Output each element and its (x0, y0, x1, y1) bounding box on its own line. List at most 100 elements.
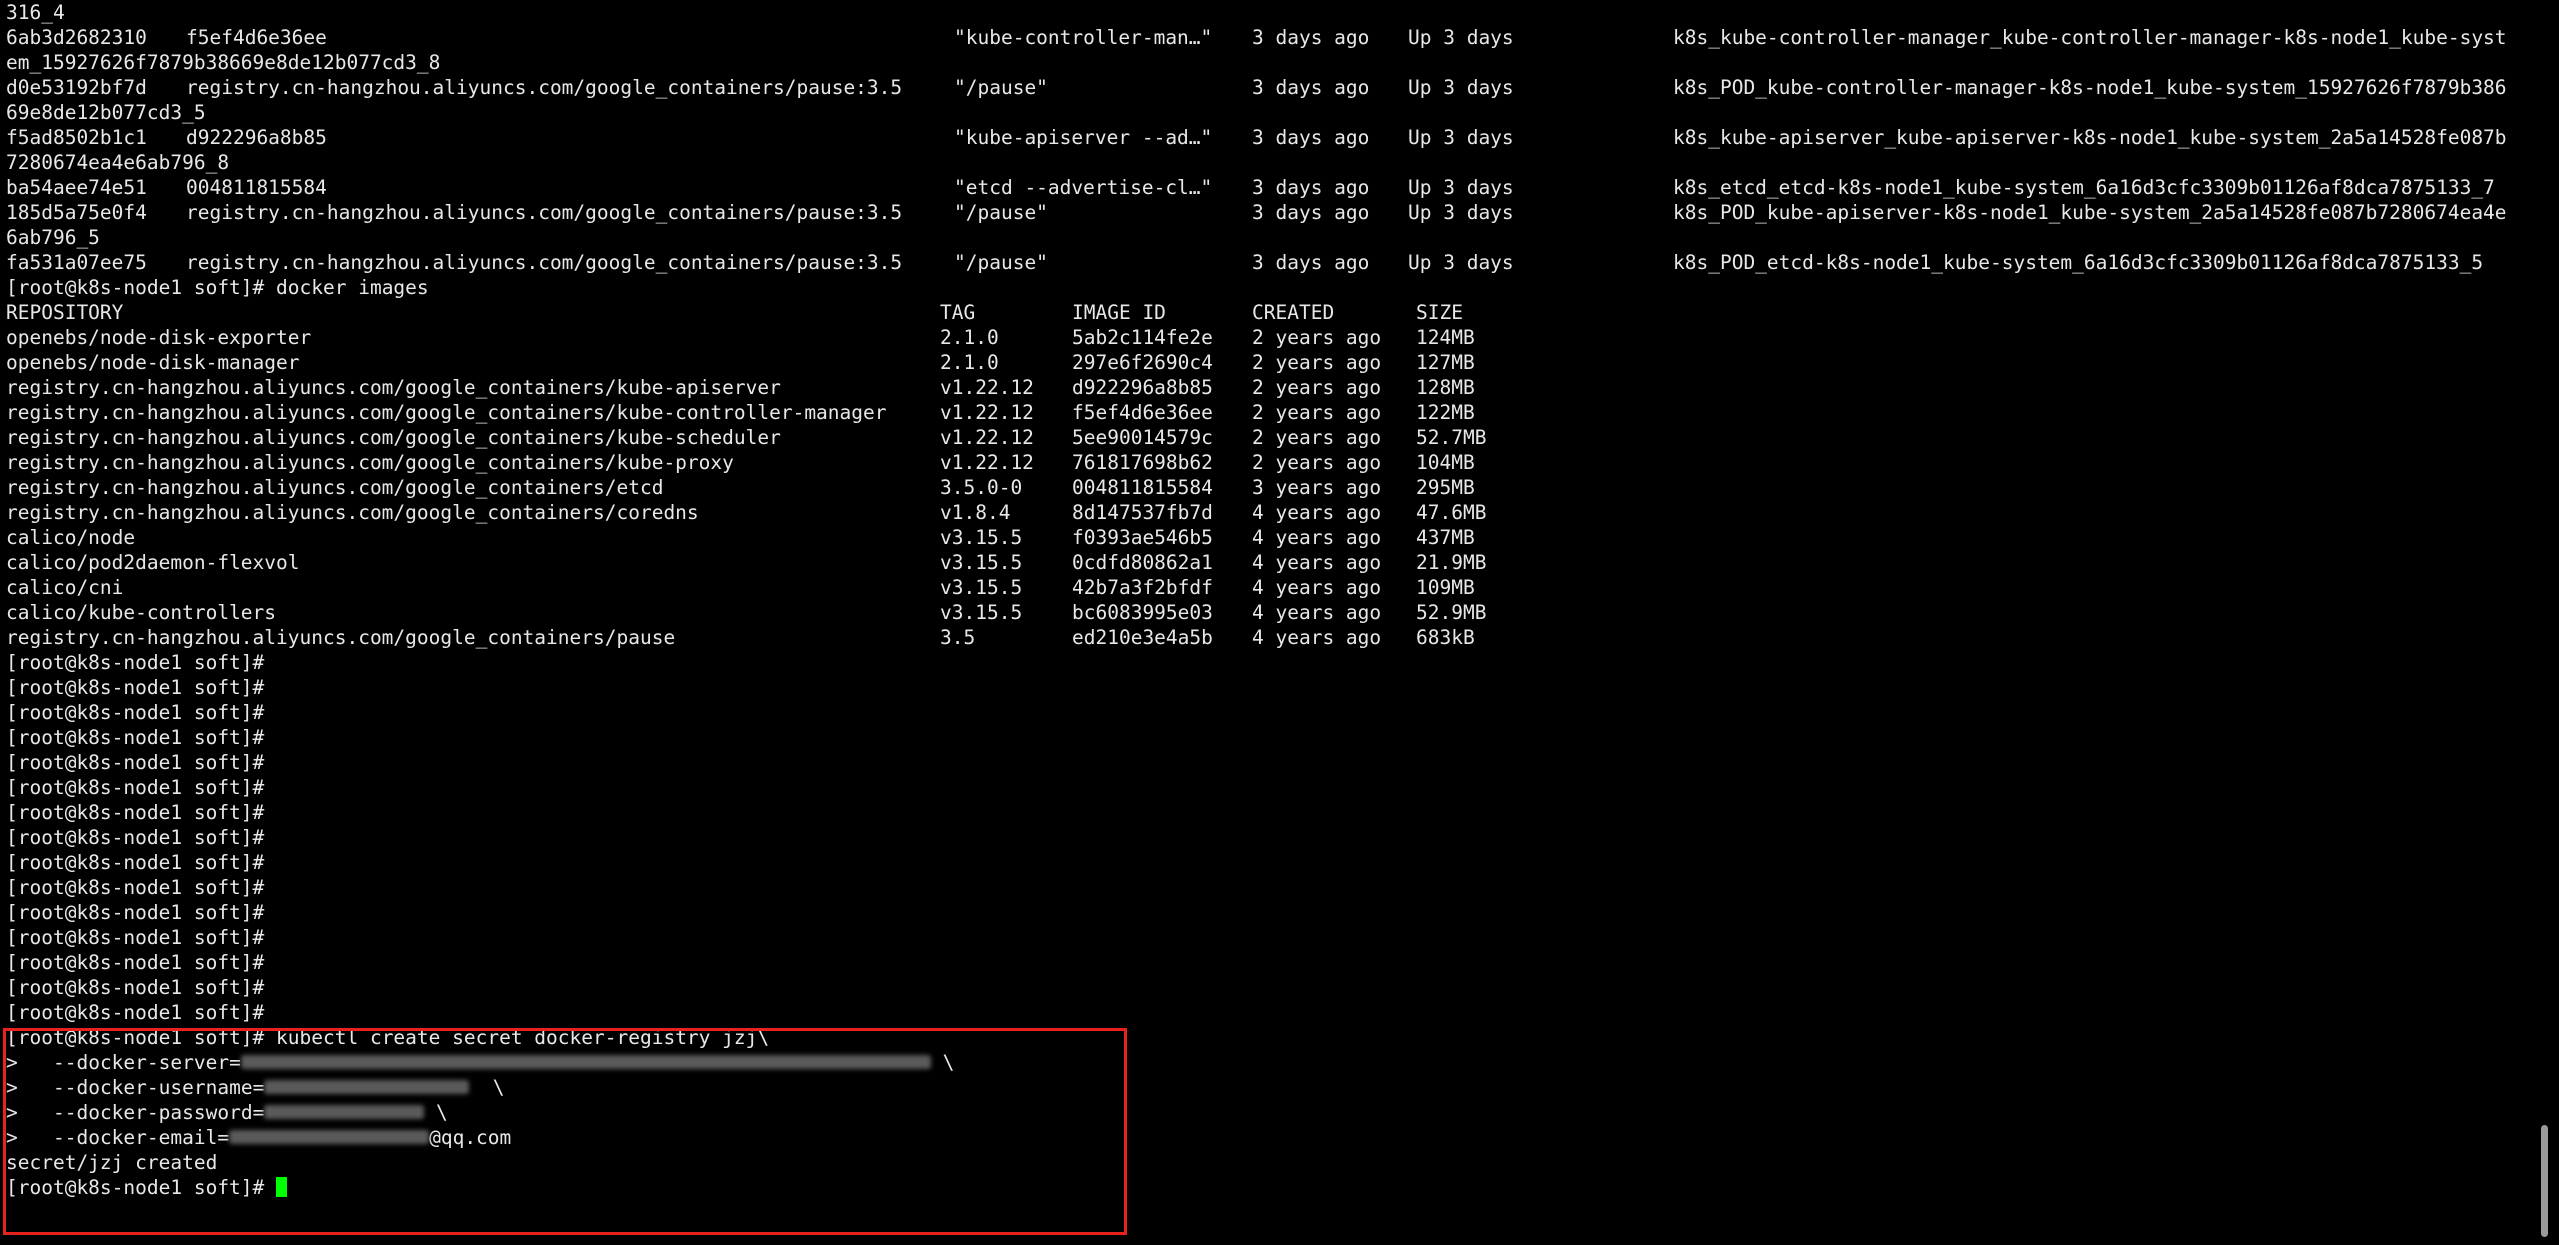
image-created: 4 years ago (1252, 551, 1382, 574)
column-header-repository: REPOSITORY (6, 301, 124, 324)
image-repository: openebs/node-disk-exporter (6, 326, 312, 349)
image-tag: v1.8.4 (940, 501, 1011, 524)
container-name: k8s_kube-apiserver_kube-apiserver-k8s-no… (1673, 126, 2507, 149)
image-repository: calico/cni (6, 576, 124, 599)
shell-prompt: [root@k8s-node1 soft]# (6, 1001, 265, 1024)
container-command: "/pause" (954, 201, 1048, 224)
image-row: calico/kube-controllers v3.15.5 bc6083995e… (6, 600, 2531, 625)
shell-prompt: [root@k8s-node1 soft]# (6, 651, 265, 674)
prompt-line: [root@k8s-node1 soft]# (6, 800, 2531, 825)
image-row: registry.cn-hangzhou.aliyuncs.com/google… (6, 500, 2531, 525)
image-image-id: 5ee90014579c (1072, 426, 1213, 449)
image-repository: registry.cn-hangzhou.aliyuncs.com/google… (6, 451, 734, 474)
image-size: 122MB (1416, 401, 1475, 424)
image-repository: registry.cn-hangzhou.aliyuncs.com/google… (6, 501, 699, 524)
shell-prompt: [root@k8s-node1 soft]# (6, 726, 265, 749)
continuation-line: > --docker-password= \ (6, 1100, 2531, 1125)
image-created: 3 years ago (1252, 476, 1382, 499)
container-status: Up 3 days (1408, 126, 1514, 149)
container-name-wrap: em_15927626f7879b38669e8de12b077cd3_8 (6, 51, 441, 74)
terminal-window[interactable]: 316_4 6ab3d2682310 f5ef4d6e36ee "kube-contr… (0, 0, 2534, 1245)
container-row: fa531a07ee75 registry.cn-hangzhou.aliyunc… (6, 250, 2531, 275)
image-image-id: 004811815584 (1072, 476, 1213, 499)
shell-prompt: [root@k8s-node1 soft]# (6, 701, 265, 724)
shell-prompt: [root@k8s-node1 soft]# (6, 951, 265, 974)
image-row: registry.cn-hangzhou.aliyuncs.com/google… (6, 450, 2531, 475)
image-size: 47.6MB (1416, 501, 1487, 524)
container-status: Up 3 days (1408, 251, 1514, 274)
image-size: 104MB (1416, 451, 1475, 474)
image-tag: v3.15.5 (940, 576, 1023, 599)
image-created: 2 years ago (1252, 426, 1382, 449)
docker-password-tail: \ (424, 1101, 448, 1124)
image-image-id: 8d147537fb7d (1072, 501, 1213, 524)
redacted-password (264, 1104, 425, 1119)
image-row: calico/cni v3.15.5 42b7a3f2bfdf 4 years ago… (6, 575, 2531, 600)
image-tag: 3.5.0-0 (940, 476, 1023, 499)
shell-prompt: [root@k8s-node1 soft]# (6, 676, 265, 699)
image-row: registry.cn-hangzhou.aliyuncs.com/google… (6, 400, 2531, 425)
shell-prompt: [root@k8s-node1 soft]# (6, 901, 265, 924)
command-line: [root@k8s-node1 soft]# docker images (6, 275, 2531, 300)
prompt-line: [root@k8s-node1 soft]# (6, 825, 2531, 850)
shell-prompt: [root@k8s-node1 soft]# (6, 926, 265, 949)
container-image: d922296a8b85 (186, 126, 327, 149)
container-created: 3 days ago (1252, 26, 1370, 49)
continuation-prompt: > (6, 1126, 18, 1149)
image-created: 2 years ago (1252, 326, 1382, 349)
command-text: kubectl create secret docker-registry jz… (276, 1026, 770, 1049)
shell-prompt: [root@k8s-node1 soft]# (6, 1026, 265, 1049)
container-name: k8s_POD_etcd-k8s-node1_kube-system_6a16d… (1673, 251, 2484, 274)
image-created: 4 years ago (1252, 526, 1382, 549)
prompt-line: [root@k8s-node1 soft]# (6, 950, 2531, 975)
container-id: f5ad8502b1c1 (6, 126, 147, 149)
container-command: "etcd --advertise-cl…" (954, 176, 1213, 199)
container-id: ba54aee74e51 (6, 176, 147, 199)
docker-password-flag: --docker-password= (52, 1101, 265, 1124)
container-row: d0e53192bf7d registry.cn-hangzhou.aliyunc… (6, 75, 2531, 100)
container-image: registry.cn-hangzhou.aliyuncs.com/google… (186, 76, 903, 99)
container-image: 004811815584 (186, 176, 327, 199)
image-row: openebs/node-disk-exporter 2.1.0 5ab2c114f… (6, 325, 2531, 350)
scrollbar-thumb[interactable] (2541, 1125, 2548, 1237)
image-tag: v1.22.12 (940, 401, 1034, 424)
vertical-scrollbar[interactable] (2534, 0, 2559, 1245)
cursor (276, 1177, 288, 1197)
image-image-id: d922296a8b85 (1072, 376, 1213, 399)
image-image-id: 0cdfd80862a1 (1072, 551, 1213, 574)
container-name-wrap: 6ab796_5 (6, 226, 100, 249)
shell-prompt: [root@k8s-node1 soft]# (6, 1176, 265, 1199)
container-row-wrap: 69e8de12b077cd3_5 (6, 100, 2531, 125)
image-repository: calico/kube-controllers (6, 601, 277, 624)
image-size: 109MB (1416, 576, 1475, 599)
image-created: 2 years ago (1252, 401, 1382, 424)
column-header-tag: TAG (940, 301, 976, 324)
docker-username-tail: \ (469, 1076, 505, 1099)
image-created: 2 years ago (1252, 351, 1382, 374)
image-image-id: 761817698b62 (1072, 451, 1213, 474)
image-size: 52.7MB (1416, 426, 1487, 449)
prompt-line: [root@k8s-node1 soft]# (6, 975, 2531, 1000)
container-name: k8s_kube-controller-manager_kube-control… (1673, 26, 2507, 49)
container-created: 3 days ago (1252, 76, 1370, 99)
container-image: f5ef4d6e36ee (186, 26, 327, 49)
container-row-wrap: 6ab796_5 (6, 225, 2531, 250)
shell-prompt: [root@k8s-node1 soft]# (6, 976, 265, 999)
image-size: 437MB (1416, 526, 1475, 549)
container-status: Up 3 days (1408, 201, 1514, 224)
container-command: "kube-apiserver --ad…" (954, 126, 1213, 149)
image-created: 4 years ago (1252, 576, 1382, 599)
container-id: fa531a07ee75 (6, 251, 147, 274)
image-size: 683kB (1416, 626, 1475, 649)
image-repository: calico/node (6, 526, 136, 549)
image-repository: registry.cn-hangzhou.aliyuncs.com/google… (6, 376, 781, 399)
container-status: Up 3 days (1408, 176, 1514, 199)
image-row: calico/node v3.15.5 f0393ae546b5 4 years ag… (6, 525, 2531, 550)
container-row-wrap: 7280674ea4e6ab796_8 (6, 150, 2531, 175)
prompt-line: [root@k8s-node1 soft]# (6, 925, 2531, 950)
container-id: 6ab3d2682310 (6, 26, 147, 49)
container-created: 3 days ago (1252, 251, 1370, 274)
shell-prompt: [root@k8s-node1 soft]# (6, 276, 265, 299)
prompt-line: [root@k8s-node1 soft]# (6, 750, 2531, 775)
output-line: secret/jzj created (6, 1150, 2531, 1175)
